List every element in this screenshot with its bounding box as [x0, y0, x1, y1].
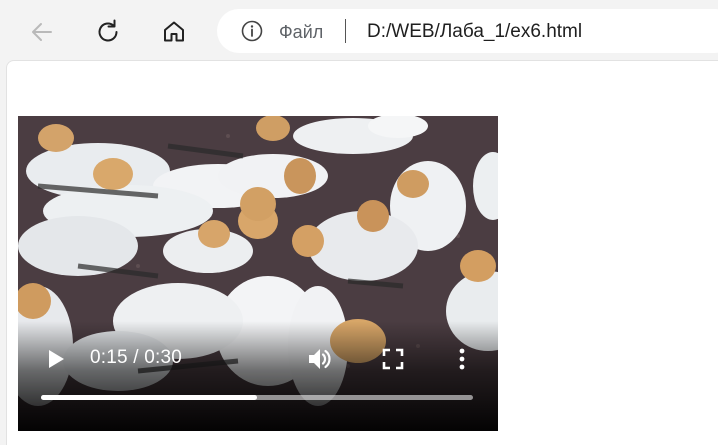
- play-button[interactable]: [42, 344, 70, 374]
- url-text[interactable]: D:/WEB/Лаба_1/ex6.html: [367, 21, 582, 43]
- controls-overlay: [18, 321, 498, 431]
- video-player[interactable]: 0:15 / 0:30: [18, 116, 498, 431]
- arrow-left-icon: [32, 23, 52, 41]
- volume-button[interactable]: [304, 344, 334, 374]
- reload-icon: [98, 19, 118, 42]
- back-button[interactable]: [22, 12, 62, 52]
- fullscreen-icon: [382, 348, 404, 370]
- play-icon: [49, 350, 64, 368]
- address-separator: [345, 19, 346, 43]
- home-button[interactable]: [154, 12, 194, 52]
- progress-played: [41, 395, 257, 400]
- time-display: 0:15 / 0:30: [90, 347, 182, 368]
- volume-icon: [309, 349, 331, 369]
- more-vertical-icon: [459, 348, 465, 370]
- home-icon: [164, 21, 184, 42]
- browser-toolbar: Файл D:/WEB/Лаба_1/ex6.html: [0, 0, 718, 62]
- origin-label: Файл: [279, 22, 324, 42]
- more-options-button[interactable]: [450, 344, 474, 374]
- reload-button[interactable]: [88, 12, 128, 52]
- address-bar[interactable]: Файл D:/WEB/Лаба_1/ex6.html: [217, 9, 718, 53]
- info-icon[interactable]: [241, 20, 263, 42]
- progress-bar[interactable]: [41, 395, 473, 400]
- fullscreen-button[interactable]: [378, 344, 408, 374]
